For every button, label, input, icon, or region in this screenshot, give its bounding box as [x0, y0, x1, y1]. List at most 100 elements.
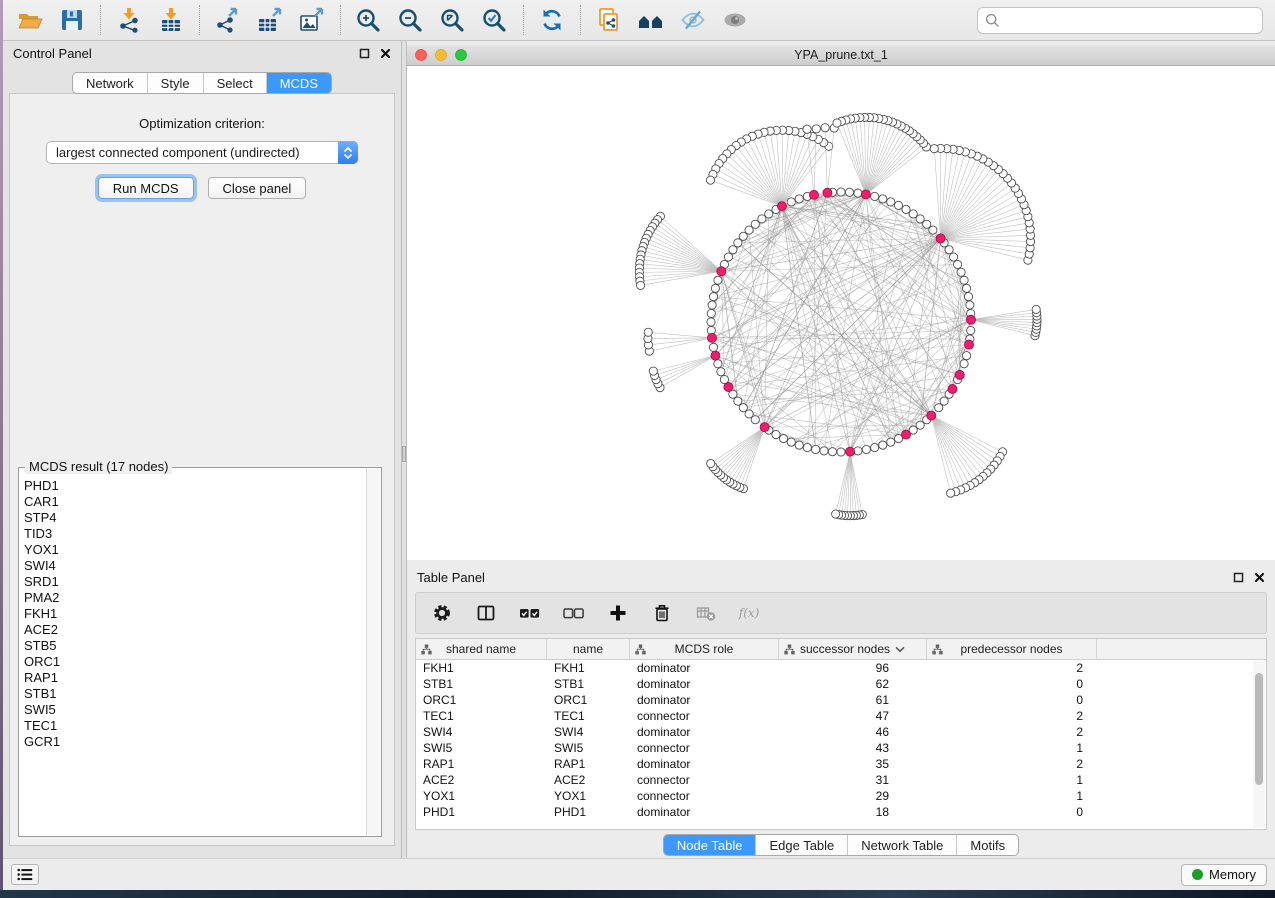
show-all-button[interactable] [714, 3, 756, 37]
mcds-result-item[interactable]: FKH1 [20, 606, 366, 622]
mcds-result-list: PHD1CAR1STP4TID3YOX1SWI4SRD1PMA2FKH1ACE2… [20, 469, 366, 835]
close-panel-action-button[interactable]: Close panel [208, 177, 307, 199]
table-row[interactable]: ORC1ORC1dominator610 [416, 692, 1266, 708]
tab-style[interactable]: Style [147, 73, 203, 93]
mcds-result-item[interactable]: RAP1 [20, 670, 366, 686]
column-header-successor-nodes[interactable]: successor nodes [779, 639, 927, 659]
network-window-titlebar[interactable]: YPA_prune.txt_1 [407, 45, 1275, 66]
table-row[interactable]: SWI5SWI5connector431 [416, 740, 1266, 756]
float-table-panel-button[interactable] [1233, 572, 1244, 583]
mcds-result-item[interactable]: YOX1 [20, 542, 366, 558]
memory-button[interactable]: Memory [1181, 864, 1267, 886]
mcds-result-item[interactable]: SRD1 [20, 574, 366, 590]
table-row[interactable]: TEC1TEC1connector472 [416, 708, 1266, 724]
mcds-result-item[interactable]: TEC1 [20, 718, 366, 734]
mcds-result-item[interactable]: PHD1 [20, 478, 366, 494]
right-region: YPA_prune.txt_1 Table Panel f(x) [407, 41, 1275, 858]
column-header-mcds-role[interactable]: MCDS role [630, 639, 779, 659]
mcds-result-item[interactable]: SWI4 [20, 558, 366, 574]
splitter-handle[interactable] [402, 446, 406, 462]
zoom-out-button[interactable] [390, 3, 432, 37]
table-scrollbar[interactable] [1253, 661, 1265, 828]
table-scrollbar-thumb[interactable] [1255, 673, 1263, 785]
deselect-all-columns-button[interactable] [562, 601, 586, 625]
clone-network-button[interactable] [588, 3, 630, 37]
zoom-in-button[interactable] [348, 3, 390, 37]
table-settings-button[interactable] [430, 601, 454, 625]
clone-network-icon [595, 7, 623, 33]
first-neighbors-button[interactable] [630, 3, 672, 37]
save-floppy-icon [58, 7, 86, 33]
mcds-result-scrollbar[interactable] [366, 469, 380, 835]
table-cell: SWI4 [416, 724, 547, 740]
mcds-result-item[interactable]: PMA2 [20, 590, 366, 606]
column-header-shared-name[interactable]: shared name [416, 639, 547, 659]
open-folder-icon [16, 7, 44, 33]
minimize-window-icon[interactable] [435, 49, 447, 61]
import-network-button[interactable] [108, 3, 150, 37]
run-mcds-button[interactable]: Run MCDS [98, 177, 194, 199]
tab-mcds[interactable]: MCDS [266, 73, 331, 93]
mcds-result-item[interactable]: CAR1 [20, 494, 366, 510]
search-field-container [977, 7, 1263, 34]
table-cell: 1 [927, 772, 1097, 788]
export-network-button[interactable] [207, 3, 249, 37]
mcds-result-item[interactable]: ACE2 [20, 622, 366, 638]
table-row[interactable]: SWI4SWI4dominator462 [416, 724, 1266, 740]
tab-node-table[interactable]: Node Table [664, 835, 756, 855]
mcds-result-item[interactable]: ORC1 [20, 654, 366, 670]
show-panels-button[interactable] [11, 864, 39, 885]
hide-selected-button[interactable] [672, 3, 714, 37]
toolbar-separator [580, 5, 581, 35]
table-cell: 18 [779, 804, 927, 820]
table-row[interactable]: ACE2ACE2connector311 [416, 772, 1266, 788]
mcds-result-item[interactable]: STP4 [20, 510, 366, 526]
table-row[interactable]: FKH1FKH1dominator962 [416, 660, 1266, 676]
table-row[interactable]: PHD1PHD1dominator180 [416, 804, 1266, 820]
toolbar-separator [199, 5, 200, 35]
float-panel-button[interactable] [359, 48, 370, 59]
close-window-icon[interactable] [415, 49, 427, 61]
select-all-columns-button[interactable] [518, 601, 542, 625]
table-cell: STB1 [547, 676, 630, 692]
zoom-fit-button[interactable] [432, 3, 474, 37]
column-header-name[interactable]: name [547, 639, 630, 659]
mcds-result-item[interactable]: SWI5 [20, 702, 366, 718]
mcds-result-item[interactable]: STB1 [20, 686, 366, 702]
close-table-panel-button[interactable] [1254, 572, 1265, 583]
table-row[interactable]: STB1STB1dominator620 [416, 676, 1266, 692]
close-panel-button[interactable] [380, 48, 391, 59]
create-column-button[interactable] [606, 601, 630, 625]
table-cell: TEC1 [416, 708, 547, 724]
table-cell: 29 [779, 788, 927, 804]
mcds-result-item[interactable]: GCR1 [20, 734, 366, 750]
select-all-icon [519, 603, 541, 623]
table-cell: SWI5 [547, 740, 630, 756]
mcds-result-item[interactable]: TID3 [20, 526, 366, 542]
network-view[interactable] [407, 66, 1275, 560]
refresh-button[interactable] [531, 3, 573, 37]
toolbar-separator [100, 5, 101, 35]
import-table-button[interactable] [150, 3, 192, 37]
tab-edge-table[interactable]: Edge Table [755, 835, 847, 855]
delete-column-button[interactable] [650, 601, 674, 625]
maximize-window-icon[interactable] [455, 49, 467, 61]
save-session-button[interactable] [51, 3, 93, 37]
memory-label: Memory [1209, 867, 1256, 882]
table-row[interactable]: RAP1RAP1dominator352 [416, 756, 1266, 772]
optimization-criterion-select[interactable]: largest connected component (undirected) [46, 141, 358, 164]
tab-select[interactable]: Select [203, 73, 266, 93]
open-file-button[interactable] [9, 3, 51, 37]
show-columns-button[interactable] [474, 601, 498, 625]
export-network-icon [214, 7, 242, 33]
search-input[interactable] [977, 7, 1263, 34]
tab-motifs[interactable]: Motifs [956, 835, 1018, 855]
export-table-button[interactable] [249, 3, 291, 37]
mcds-result-item[interactable]: STB5 [20, 638, 366, 654]
zoom-selected-button[interactable] [474, 3, 516, 37]
table-row[interactable]: YOX1YOX1connector291 [416, 788, 1266, 804]
tab-network-table[interactable]: Network Table [847, 835, 956, 855]
tab-network[interactable]: Network [73, 73, 147, 93]
export-image-button[interactable] [291, 3, 333, 37]
column-header-predecessor-nodes[interactable]: predecessor nodes [927, 639, 1097, 659]
